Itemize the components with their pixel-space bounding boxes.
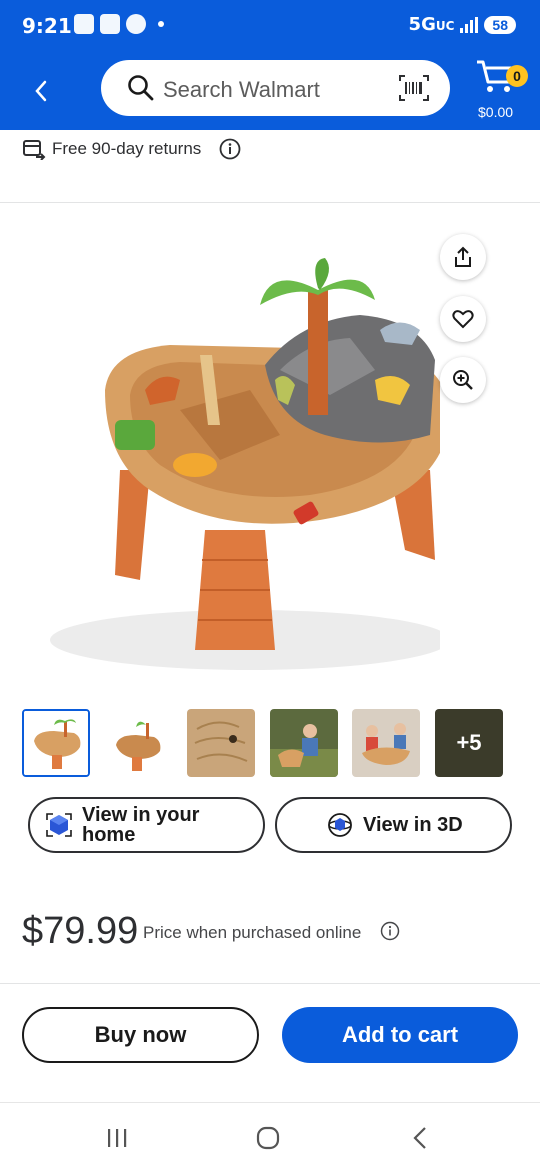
home-icon — [256, 1126, 280, 1150]
app-notification-icon — [100, 14, 120, 34]
status-right: 5GUC 58 — [409, 14, 516, 35]
message-notification-icon — [74, 14, 94, 34]
zoom-button[interactable] — [440, 357, 486, 403]
thumbnail-image — [104, 709, 172, 777]
section-divider — [0, 202, 540, 203]
buy-now-button[interactable]: Buy now — [22, 1007, 259, 1063]
signal-icon — [460, 16, 479, 33]
search-input[interactable]: Search Walmart — [101, 60, 450, 116]
view-in-home-label-line1: View in your — [82, 804, 200, 826]
price-note: Price when purchased online — [143, 923, 362, 942]
view-in-3d-button[interactable]: View in 3D — [275, 797, 512, 853]
notification-icons — [74, 14, 164, 34]
returns-text: Free 90-day returns — [52, 139, 202, 158]
network-label: 5G — [408, 14, 436, 35]
thumbnail-image — [352, 709, 420, 777]
cart-button[interactable]: 0 $0.00 — [474, 56, 534, 122]
thumbnail-more[interactable]: +5 — [435, 709, 503, 777]
more-notifications-dot-icon — [158, 21, 164, 27]
status-bar: 9:21 5GUC 58 — [0, 0, 540, 54]
product-price: $79.99 — [22, 910, 139, 952]
view-in-home-label-line2: home — [82, 824, 136, 846]
home-button[interactable] — [248, 1123, 288, 1153]
3d-icon — [328, 813, 352, 837]
price-info-icon[interactable] — [380, 921, 400, 941]
ar-cube-icon — [46, 813, 72, 837]
app-header: Search Walmart 0 $0.00 — [0, 54, 540, 130]
barcode-icon[interactable] — [398, 74, 430, 102]
thumbnail-4[interactable] — [270, 709, 338, 777]
zoom-icon — [453, 370, 473, 390]
battery-indicator: 58 — [484, 15, 516, 34]
returns-icon — [23, 140, 46, 160]
network-sub-label: UC — [435, 19, 455, 33]
thumbnail-image — [24, 711, 88, 775]
share-button[interactable] — [440, 234, 486, 280]
thumbnail-gallery: +5 — [22, 709, 506, 777]
search-placeholder: Search Walmart — [163, 77, 320, 102]
recent-apps-icon — [108, 1129, 127, 1147]
back-icon — [35, 80, 47, 102]
search-icon — [128, 75, 154, 101]
thumbnail-2[interactable] — [104, 709, 172, 777]
section-divider — [0, 983, 540, 984]
status-time: 9:21 — [22, 14, 72, 38]
messenger-notification-icon — [126, 14, 146, 34]
product-image[interactable] — [20, 220, 440, 690]
view-in-3d-label: View in 3D — [363, 814, 463, 836]
thumbnail-image — [270, 709, 338, 777]
add-to-cart-button[interactable]: Add to cart — [282, 1007, 518, 1063]
nav-back-icon — [413, 1127, 426, 1149]
system-nav-bar — [0, 1102, 540, 1170]
network-indicator: 5GUC — [409, 14, 455, 35]
favorite-button[interactable] — [440, 296, 486, 342]
back-button[interactable] — [24, 74, 58, 108]
cart-count-badge: 0 — [506, 65, 528, 87]
thumbnail-image — [187, 709, 255, 777]
thumbnail-1[interactable] — [22, 709, 90, 777]
nav-back-button[interactable] — [400, 1123, 440, 1153]
thumbnail-3[interactable] — [187, 709, 255, 777]
recent-apps-button[interactable] — [97, 1123, 137, 1153]
returns-info: Free 90-day returns — [22, 138, 241, 160]
info-icon[interactable] — [219, 138, 241, 160]
share-icon — [455, 246, 471, 267]
thumbnail-5[interactable] — [352, 709, 420, 777]
view-in-home-button[interactable]: View in your home — [28, 797, 265, 853]
cart-total: $0.00 — [478, 104, 514, 120]
heart-icon — [452, 310, 474, 329]
